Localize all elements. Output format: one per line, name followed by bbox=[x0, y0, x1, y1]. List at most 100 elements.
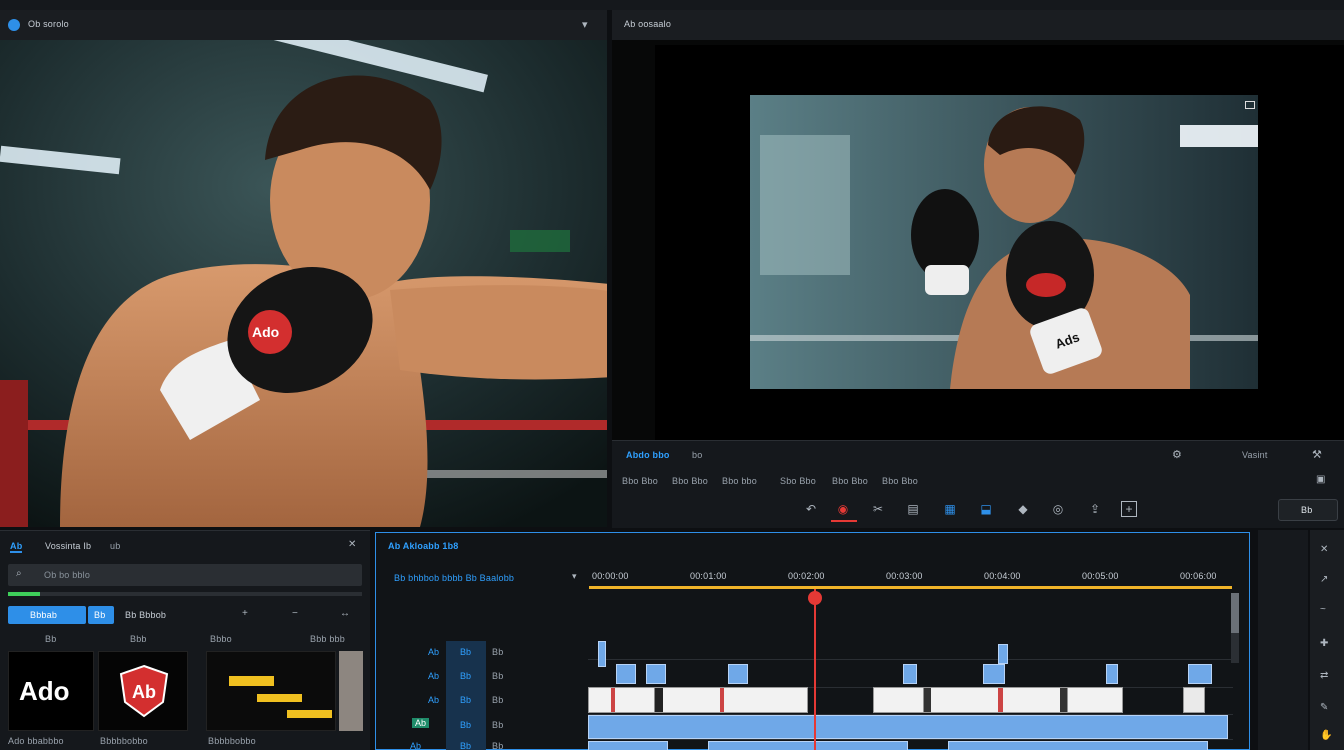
tools-panel bbox=[1258, 530, 1308, 750]
video-clip[interactable] bbox=[998, 644, 1008, 664]
audio-clip[interactable] bbox=[588, 741, 668, 750]
project-subtitle: ub bbox=[110, 541, 121, 551]
search-input[interactable]: ⌕ Ob bo bblo bbox=[8, 564, 362, 586]
track-lock[interactable]: Bb bbox=[460, 720, 471, 730]
program-right-button-label: Bb bbox=[1301, 505, 1313, 515]
overwrite-icon[interactable]: ◆ bbox=[1015, 501, 1031, 517]
camera-icon[interactable]: ◎ bbox=[1050, 501, 1066, 517]
trim-icon[interactable]: ✂ bbox=[870, 501, 886, 517]
project-tab[interactable]: Ab bbox=[10, 541, 23, 553]
chevron-down-icon[interactable]: ▾ bbox=[582, 18, 588, 31]
ripple-edit-icon[interactable]: ~ bbox=[1320, 604, 1326, 615]
thumb-caption: Ado bbabbbo bbox=[8, 736, 64, 746]
playhead[interactable] bbox=[814, 589, 816, 750]
scroll-thumb[interactable] bbox=[1231, 593, 1239, 633]
progress-bar bbox=[8, 592, 362, 596]
chevron-down-icon[interactable]: ▾ bbox=[572, 571, 577, 582]
slip-tool-icon[interactable]: ⇄ bbox=[1320, 670, 1328, 681]
boxer-source-image bbox=[0, 40, 607, 527]
program-monitor[interactable]: Ads bbox=[612, 40, 1344, 440]
track-label[interactable]: Ab bbox=[410, 741, 421, 750]
timecode-label: 00:00:00 bbox=[592, 571, 629, 581]
timecode-label: 00:05:00 bbox=[1082, 571, 1119, 581]
vertical-scrollbar[interactable] bbox=[1231, 593, 1239, 663]
hand-tool-icon[interactable]: ✋ bbox=[1320, 730, 1332, 741]
source-panel-title: Ob sorolo bbox=[28, 19, 69, 29]
audio-clip[interactable] bbox=[708, 741, 908, 750]
progress-fill bbox=[8, 592, 40, 596]
thumbnail-clip[interactable] bbox=[873, 687, 1123, 713]
video-clip[interactable] bbox=[1188, 664, 1212, 684]
audio-clip[interactable] bbox=[948, 741, 1208, 750]
timeline-panel: Ab Akloabb 1b8 Bb bhbbob bbbb Bb Baalobb… bbox=[375, 532, 1250, 750]
media-thumb-partial[interactable] bbox=[339, 651, 363, 731]
program-fit-label[interactable]: bo bbox=[692, 450, 702, 460]
media-thumb[interactable]: Ado bbox=[8, 651, 94, 731]
track-name: Bb bbox=[492, 720, 504, 730]
info-item: Bbo bbo bbox=[722, 476, 757, 486]
undo-icon[interactable]: ↶ bbox=[803, 501, 819, 517]
track-select-icon[interactable]: ↗ bbox=[1320, 574, 1328, 585]
toggle-view-icon[interactable]: ▣ bbox=[1316, 474, 1325, 485]
video-clip[interactable] bbox=[903, 664, 917, 684]
video-clip[interactable] bbox=[1106, 664, 1118, 684]
lift-icon[interactable]: ⇪ bbox=[1087, 501, 1103, 517]
info-item: Sbo Bbo bbox=[780, 476, 816, 486]
settings-gear-icon[interactable]: ⚙ bbox=[1172, 448, 1182, 461]
track-label[interactable]: Ab bbox=[428, 671, 439, 681]
source-viewer[interactable]: Ado bbox=[0, 40, 607, 527]
program-right-button[interactable]: Bb bbox=[1278, 499, 1338, 521]
video-clip[interactable] bbox=[983, 664, 1005, 684]
thumbnail-clip[interactable] bbox=[588, 687, 808, 713]
video-clip[interactable] bbox=[728, 664, 748, 684]
playhead-handle[interactable] bbox=[808, 591, 822, 605]
track-name: Bb bbox=[492, 741, 504, 750]
media-thumb[interactable]: Ab bbox=[98, 651, 188, 731]
col-header: Bbbo bbox=[210, 634, 232, 644]
tools-sidebar: ✕ ↗ ~ ✚ ⇄ ✎ ✋ bbox=[1310, 530, 1344, 750]
track-label[interactable]: Ab bbox=[428, 695, 439, 705]
primary-button[interactable]: Bbbab bbox=[8, 606, 86, 624]
wrench-icon[interactable]: ⚒ bbox=[1312, 448, 1322, 461]
program-timecode: Abdo bbo bbox=[626, 450, 670, 460]
expand-icon[interactable]: ↔ bbox=[340, 608, 350, 619]
selection-tool-icon[interactable]: ✕ bbox=[1320, 544, 1328, 555]
track-area[interactable] bbox=[588, 589, 1233, 750]
insert-icon[interactable]: ⬓ bbox=[978, 501, 994, 517]
timeline-title: Ab Akloabb 1b8 bbox=[388, 541, 459, 551]
video-clip[interactable] bbox=[598, 641, 606, 667]
track-lock[interactable]: Bb bbox=[460, 741, 471, 750]
info-item: Bbo Bbo bbox=[672, 476, 708, 486]
close-icon[interactable]: ✕ bbox=[348, 539, 356, 550]
minus-icon[interactable]: − bbox=[292, 608, 298, 619]
project-panel: Ab Vossinta Ib ub ✕ ⌕ Ob bo bblo Bbbab B… bbox=[0, 530, 370, 750]
media-thumb[interactable] bbox=[206, 651, 336, 731]
track-lock[interactable]: Bb bbox=[460, 647, 471, 657]
boxer-program-image bbox=[750, 95, 1258, 389]
export-frame-icon[interactable]: ▦ bbox=[942, 501, 958, 517]
secondary-button-label: Bb bbox=[94, 610, 106, 620]
add-icon[interactable]: + bbox=[242, 608, 248, 619]
marker-icon[interactable]: + bbox=[1121, 501, 1137, 517]
track-label[interactable]: Ab bbox=[428, 647, 439, 657]
program-info-row: Bbo Bbo Bbo Bbo Bbo bbo Sbo Bbo Bbo Bbo … bbox=[622, 476, 1322, 490]
track-label[interactable]: Ab bbox=[412, 718, 430, 728]
video-clip[interactable] bbox=[646, 664, 666, 684]
search-icon: ⌕ bbox=[16, 568, 22, 579]
program-panel-header: Ab oosaalo bbox=[612, 10, 1344, 40]
razor-tool-icon[interactable]: ✚ bbox=[1320, 638, 1328, 649]
record-icon[interactable]: ◉ bbox=[835, 501, 851, 517]
pen-tool-icon[interactable]: ✎ bbox=[1320, 702, 1328, 713]
video-clip[interactable] bbox=[588, 715, 1228, 739]
timeline-ruler[interactable]: 00:00:00 00:01:00 00:02:00 00:03:00 00:0… bbox=[588, 567, 1238, 587]
program-quality[interactable]: Vasint bbox=[1242, 450, 1268, 460]
track-lane bbox=[588, 659, 1233, 660]
record-underline bbox=[831, 520, 857, 522]
track-lock[interactable]: Bb bbox=[460, 671, 471, 681]
secondary-button[interactable]: Bb bbox=[88, 606, 114, 624]
thumbnail-clip[interactable] bbox=[1183, 687, 1205, 713]
video-clip[interactable] bbox=[616, 664, 636, 684]
track-lock[interactable]: Bb bbox=[460, 695, 471, 705]
file-icon[interactable]: ▤ bbox=[905, 501, 921, 517]
track-name: Bb bbox=[492, 671, 504, 681]
